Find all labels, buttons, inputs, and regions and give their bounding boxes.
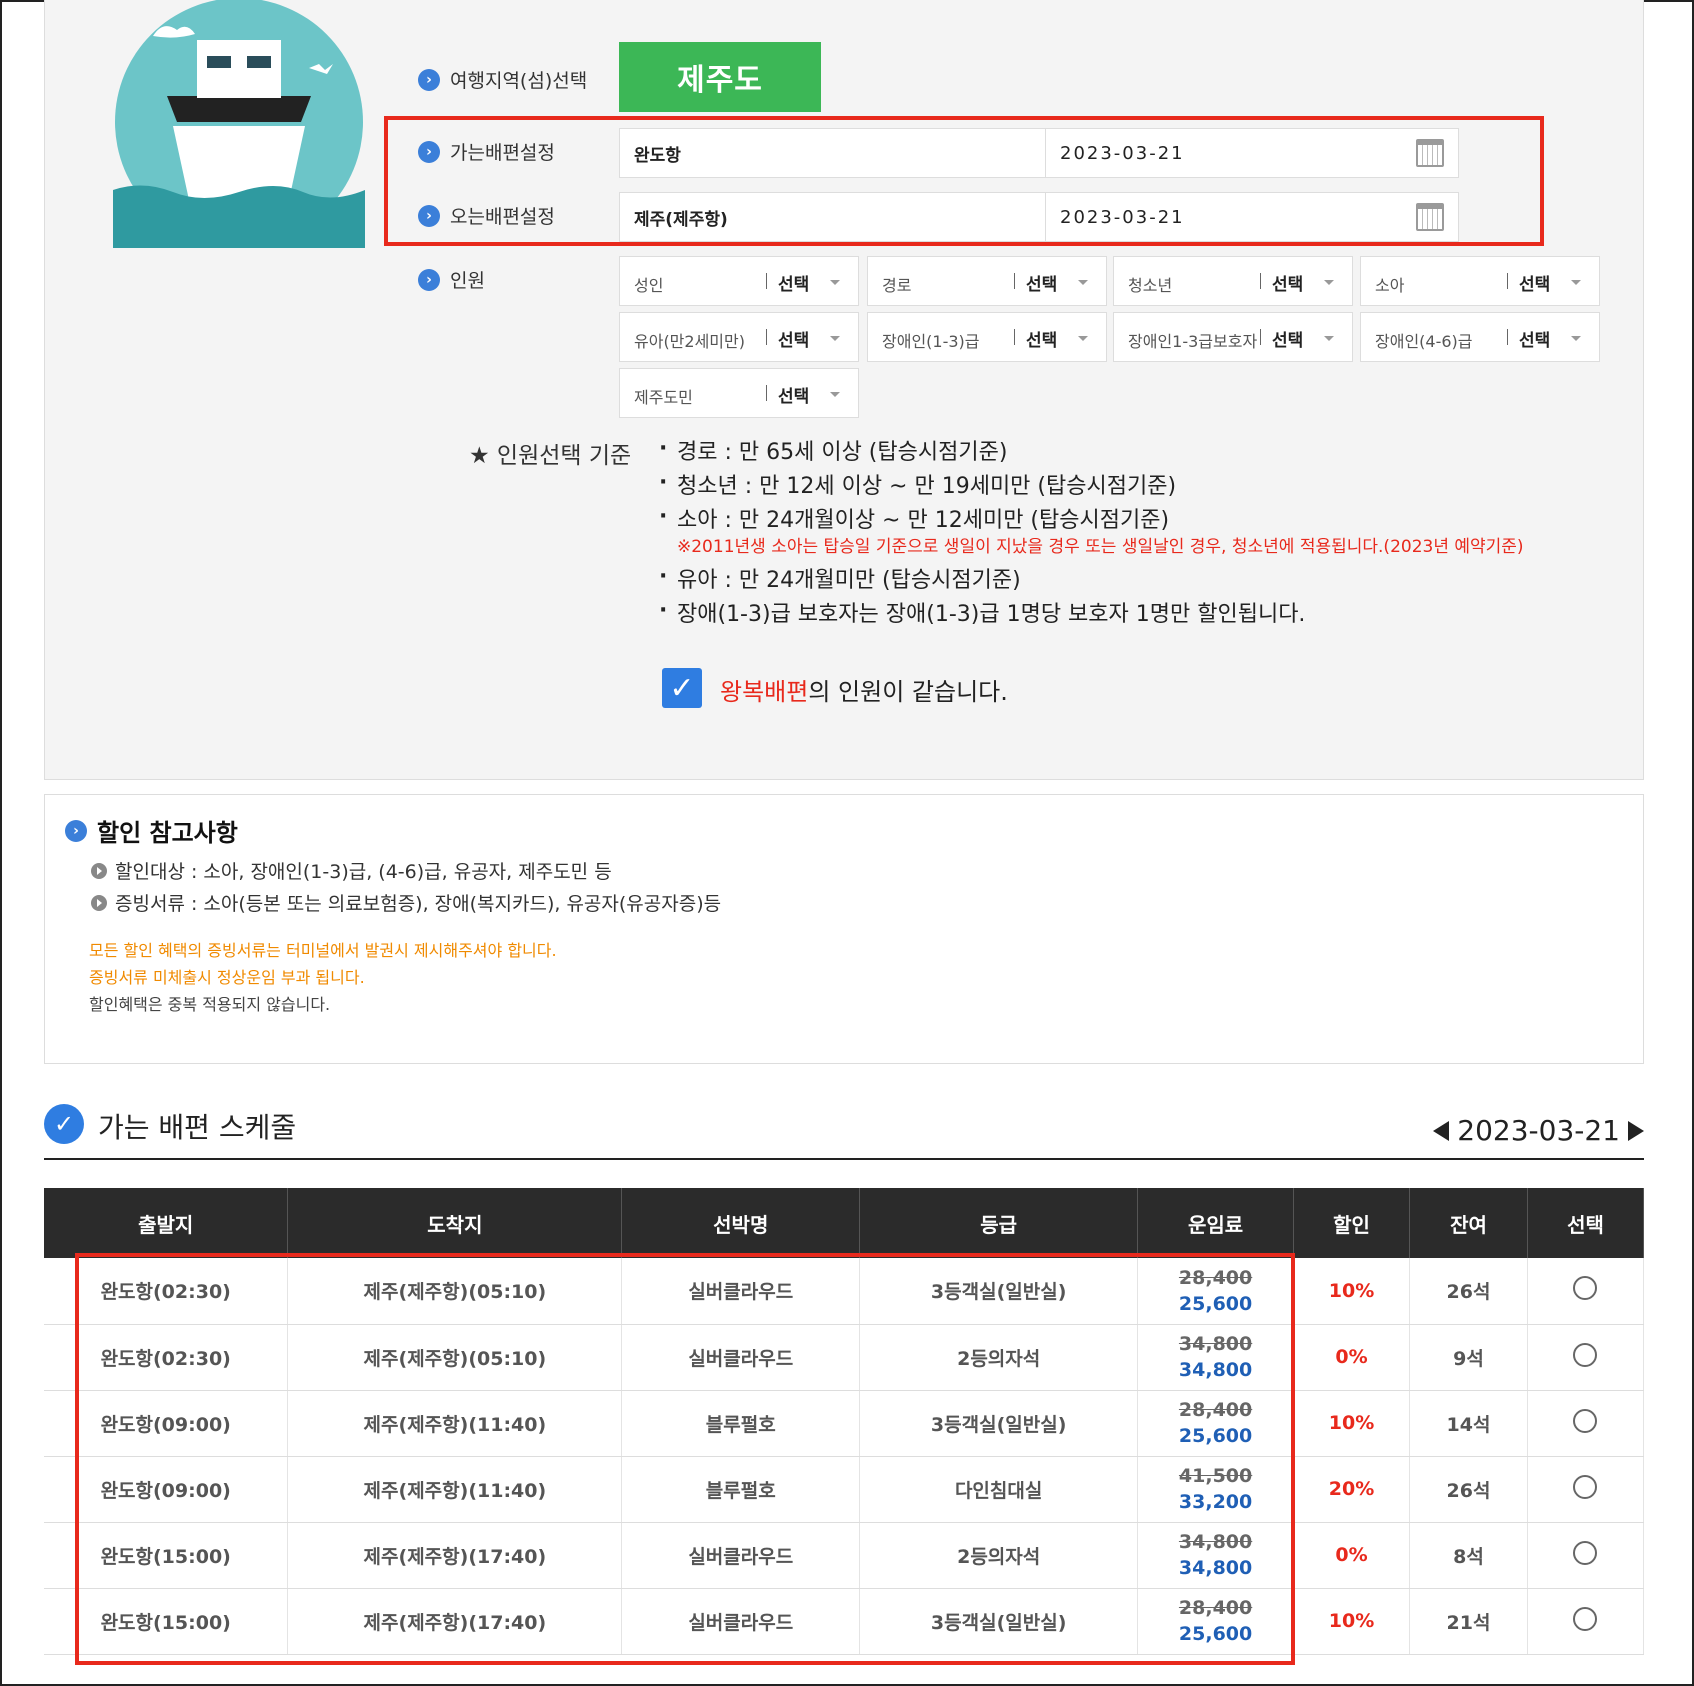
chevron-down-icon <box>830 280 840 285</box>
select-cell <box>1527 1390 1645 1457</box>
col-header: 출발지 <box>44 1188 289 1258</box>
select-radio[interactable] <box>1573 1474 1598 1499</box>
discount-cell: 0% <box>1293 1324 1411 1391</box>
chevron-down-icon <box>830 392 840 397</box>
next-date-icon[interactable] <box>1628 1120 1644 1141</box>
discount-info-panel: › 할인 참고사항 할인대상 : 소아, 장애인(1-3)급, (4-6)급, … <box>44 794 1644 1064</box>
remaining-seats-cell: 9석 <box>1409 1324 1528 1391</box>
remaining-seats-cell: 14석 <box>1409 1390 1528 1457</box>
discount-note: 할인혜택은 중복 적용되지 않습니다. <box>89 995 331 1014</box>
select-cell <box>1527 1258 1645 1325</box>
criteria-item: 유아 : 만 24개월미만 (탑승시점기준) <box>659 560 1524 598</box>
pax-select-youth[interactable]: 청소년 선택 <box>1113 256 1353 306</box>
remaining-seats-cell: 21석 <box>1409 1588 1528 1655</box>
discount-cell: 10% <box>1293 1390 1411 1457</box>
chevron-down-icon <box>1571 336 1581 341</box>
chevron-down-icon <box>1078 280 1088 285</box>
criteria-item: 소아 : 만 24개월이상 ~ 만 12세미만 (탑승시점기준) <box>659 500 1524 538</box>
remaining-seats-cell: 26석 <box>1409 1258 1528 1325</box>
col-header: 선택 <box>1527 1188 1645 1258</box>
select-cell <box>1527 1456 1645 1523</box>
discount-title: › 할인 참고사항 <box>65 813 238 848</box>
col-header: 선박명 <box>621 1188 861 1258</box>
select-cell <box>1527 1588 1645 1655</box>
pax-select-adult[interactable]: 성인 선택 <box>619 256 859 306</box>
discount-cell: 20% <box>1293 1456 1411 1523</box>
col-header: 운임료 <box>1137 1188 1295 1258</box>
criteria-item: 청소년 : 만 12세 이상 ~ 만 19세미만 (탑승시점기준) <box>659 466 1524 504</box>
highlight-box-route <box>384 116 1544 246</box>
prev-date-icon[interactable] <box>1433 1120 1450 1141</box>
divider <box>44 1158 1644 1160</box>
select-radio[interactable] <box>1573 1540 1598 1565</box>
criteria-item: 장애(1-3)급 보호자는 장애(1-3)급 1명당 보호자 1명만 할인됩니다… <box>659 594 1524 632</box>
arrow-bullet-icon: › <box>418 268 440 291</box>
remaining-seats-cell: 8석 <box>1409 1522 1528 1589</box>
pax-select-jeju-resident[interactable]: 제주도민 선택 <box>619 368 859 418</box>
arrow-bullet-icon: › <box>418 68 440 91</box>
pax-select-disabled-1-3[interactable]: 장애인(1-3)급 선택 <box>867 312 1107 362</box>
remaining-seats-cell: 26석 <box>1409 1456 1528 1523</box>
select-radio[interactable] <box>1573 1408 1598 1433</box>
select-radio[interactable] <box>1573 1342 1598 1367</box>
highlight-box-schedule <box>75 1253 1295 1665</box>
pax-select-disabled-4-6[interactable]: 장애인(4-6)급 선택 <box>1360 312 1600 362</box>
checkmark-icon: ✓ <box>669 670 695 706</box>
pax-select-child[interactable]: 소아 선택 <box>1360 256 1600 306</box>
select-cell <box>1527 1522 1645 1589</box>
same-passengers-checkbox[interactable]: ✓ <box>662 668 702 708</box>
col-header: 잔여 <box>1409 1188 1528 1258</box>
passengers-label: › 인원 <box>418 266 485 293</box>
chevron-down-icon <box>1324 336 1334 341</box>
criteria-item: 경로 : 만 65세 이상 (탑승시점기준) <box>659 432 1524 470</box>
pax-select-disabled-guardian[interactable]: 장애인1-3급보호자 선택 <box>1113 312 1353 362</box>
discount-note: 모든 할인 혜택의 증빙서류는 터미널에서 발권시 제시해주셔야 합니다. <box>89 941 557 960</box>
criteria-title: ★ 인원선택 기준 <box>469 443 632 469</box>
schedule-date: 2023-03-21 <box>1457 1114 1620 1147</box>
select-cell <box>1527 1324 1645 1391</box>
col-header: 할인 <box>1293 1188 1411 1258</box>
chevron-down-icon <box>1078 336 1088 341</box>
discount-note: 증빙서류 미체출시 정상운임 부과 됩니다. <box>89 968 365 987</box>
discount-cell: 0% <box>1293 1522 1411 1589</box>
criteria-list: 경로 : 만 65세 이상 (탑승시점기준) 청소년 : 만 12세 이상 ~ … <box>659 432 1524 632</box>
pax-select-senior[interactable]: 경로 선택 <box>867 256 1107 306</box>
check-circle-icon: ✓ <box>44 1104 84 1144</box>
select-radio[interactable] <box>1573 1276 1598 1301</box>
discount-bullet: 할인대상 : 소아, 장애인(1-3)급, (4-6)급, 유공자, 제주도민 … <box>91 857 612 884</box>
table-header-row: 출발지 도착지 선박명 등급 운임료 할인 잔여 선택 <box>44 1188 1645 1258</box>
chevron-down-icon <box>1324 280 1334 285</box>
arrow-bullet-icon <box>91 862 107 879</box>
select-radio[interactable] <box>1573 1606 1598 1631</box>
arrow-bullet-icon <box>91 894 107 911</box>
ship-illustration <box>113 0 365 248</box>
region-label: › 여행지역(섬)선택 <box>418 66 587 93</box>
col-header: 도착지 <box>287 1188 623 1258</box>
region-button-jeju[interactable]: 제주도 <box>619 42 821 112</box>
chevron-down-icon <box>1571 280 1581 285</box>
discount-cell: 10% <box>1293 1258 1411 1325</box>
col-header: 등급 <box>859 1188 1139 1258</box>
arrow-bullet-icon: › <box>65 819 87 842</box>
same-passengers-label: 왕복배편의 인원이 같습니다. <box>720 678 1008 706</box>
schedule-date-nav: 2023-03-21 <box>1433 1114 1644 1147</box>
schedule-title: 가는 배편 스케줄 <box>98 1111 297 1144</box>
chevron-down-icon <box>830 336 840 341</box>
discount-bullet: 증빙서류 : 소아(등본 또는 의료보험증), 장애(복지카드), 유공자(유공… <box>91 889 721 916</box>
pax-select-infant[interactable]: 유아(만2세미만) 선택 <box>619 312 859 362</box>
discount-cell: 10% <box>1293 1588 1411 1655</box>
